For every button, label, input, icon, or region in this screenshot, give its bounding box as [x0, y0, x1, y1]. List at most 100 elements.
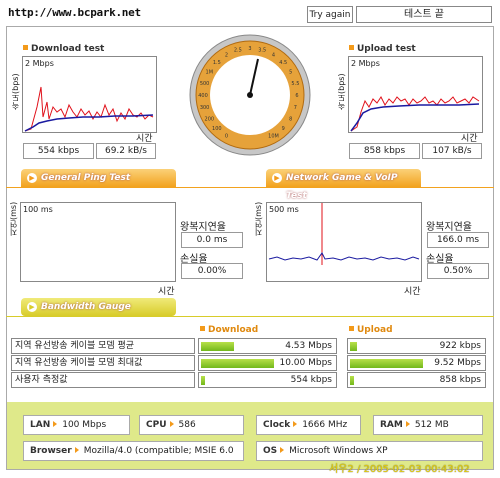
ping-xaxis-label: 시간: [158, 287, 175, 297]
gauge-tick-label: 200: [205, 117, 215, 123]
speed-gauge: 0100 200 300 400 500 1M 1.5 2 2.5 3 3.5 4 4.55 5.5 6 78…: [189, 34, 311, 156]
gauge-tick-label: 300: [200, 105, 210, 111]
bandwidth-down-bar: [201, 376, 205, 385]
tab-bandwidth-gauge[interactable]: ▶ Bandwidth Gauge: [21, 298, 176, 316]
download-kbps: 554 kbps: [23, 143, 94, 159]
bullet-icon: [200, 326, 205, 331]
upload-title: Upload test: [349, 44, 416, 54]
ping-rtt-value: 0.0 ms: [181, 232, 243, 248]
game-loss-value: 0.50%: [427, 263, 489, 279]
download-graph: 2 Mbps: [22, 56, 157, 133]
bandwidth-row-label: 지역 유선방송 케이블 모뎀 최대값: [11, 355, 195, 371]
download-title: Download test: [23, 44, 104, 54]
bandwidth-down-cell: 4.53 Mbps: [198, 338, 337, 354]
arrow-icon: [405, 421, 410, 427]
bandwidth-up-value: 858 kbps: [439, 375, 481, 385]
gauge-tick-label: 2: [225, 52, 228, 58]
bandwidth-down-value: 4.53 Mbps: [285, 341, 332, 351]
gauge-tick-label: 5.5: [291, 81, 299, 87]
tab-general-ping[interactable]: ▶ General Ping Test: [21, 169, 176, 187]
url-text: http://www.bcpark.net: [8, 6, 141, 19]
ping-yaxis-label: 지연(ms): [9, 201, 18, 236]
bandwidth-divider: [6, 316, 494, 317]
game-graph: 500 ms: [266, 202, 422, 282]
download-title-text: Download test: [31, 44, 105, 54]
ping-rtt-label: 왕복지연율: [180, 222, 226, 233]
upload-series-red: [350, 96, 480, 132]
bandwidth-down-bar: [201, 342, 234, 351]
ping-graph: 100 ms: [20, 202, 176, 282]
arrow-icon: ▶: [27, 173, 37, 183]
upload-series-blue: [350, 103, 480, 132]
arrow-icon: [280, 447, 285, 453]
bandwidth-down-bar: [201, 359, 274, 368]
gauge-tick-label: 100: [212, 126, 222, 132]
game-rtt-value: 166.0 ms: [427, 232, 489, 248]
bandwidth-down-value: 10.00 Mbps: [279, 358, 332, 368]
bandwidth-down-value: 554 kbps: [290, 375, 332, 385]
os-info: OS Microsoft Windows XP: [256, 441, 483, 461]
game-xaxis-label: 시간: [404, 287, 421, 297]
bandwidth-up-bar: [350, 359, 423, 368]
upload-graph: 2 Mbps: [348, 56, 483, 133]
game-yaxis-label: 지연(ms): [254, 201, 263, 236]
gauge-tick-label: 4.5: [279, 60, 287, 66]
ram-label: RAM: [380, 420, 403, 430]
gauge-tick-label: 6: [295, 93, 298, 99]
bandwidth-down-cell: 554 kbps: [198, 372, 337, 388]
bandwidth-down-cell: 10.00 Mbps: [198, 355, 337, 371]
tab-network-game[interactable]: ▶ Network Game & VoIP Test: [266, 169, 421, 201]
bandwidth-up-bar: [350, 342, 357, 351]
try-again-button[interactable]: Try again: [307, 6, 353, 23]
tab-bandwidth-gauge-label: Bandwidth Gauge: [41, 302, 131, 312]
game-plot: [268, 203, 420, 265]
bullet-icon: [349, 326, 354, 331]
gauge-tick-label: 9: [282, 126, 285, 132]
download-series-red: [24, 86, 154, 132]
os-value: Microsoft Windows XP: [289, 446, 388, 456]
gauge-tick-label: 400: [198, 93, 208, 99]
gauge-tick-label: 3: [248, 46, 251, 52]
bandwidth-row-label: 사용자 측정값: [11, 372, 195, 388]
clock-label: Clock: [263, 420, 291, 430]
gauge-tick-label: 1.5: [213, 60, 221, 66]
bandwidth-up-cell: 9.52 Mbps: [347, 355, 486, 371]
clock-info: Clock 1666 MHz: [256, 415, 361, 435]
bandwidth-up-cell: 922 kbps: [347, 338, 486, 354]
gauge-tick-label: 10M: [268, 134, 279, 140]
download-kBs: 69.2 kB/s: [96, 143, 156, 159]
gauge-tick-label: 1M: [206, 70, 214, 76]
bandwidth-up-value: 922 kbps: [439, 341, 481, 351]
upload-plot: [350, 96, 480, 132]
tab-general-ping-label: General Ping Test: [41, 173, 131, 183]
arrow-icon: [74, 447, 79, 453]
lan-info: LAN 100 Mbps: [23, 415, 130, 435]
gauge-tick-label: 4: [272, 52, 275, 58]
gauge-tick-label: 2.5: [234, 48, 242, 54]
arrow-icon: [293, 421, 298, 427]
gauge-tick-label: 8: [289, 117, 292, 123]
bandwidth-up-value: 9.52 Mbps: [434, 358, 481, 368]
gauge-tick-label: 5: [289, 70, 292, 76]
game-rtt-label: 왕복지연율: [426, 222, 472, 233]
arrow-icon: [169, 421, 174, 427]
watermark: 서우2 / 2005-02-03 00:43:02: [329, 464, 470, 475]
browser-info: Browser Mozilla/4.0 (compatible; MSIE 6.0: [23, 441, 244, 461]
browser-value: Mozilla/4.0 (compatible; MSIE 6.0: [83, 446, 234, 456]
upload-kBs: 107 kB/s: [422, 143, 482, 159]
upload-title-text: Upload test: [357, 44, 416, 54]
bullet-icon: [349, 45, 354, 50]
gauge-tick-label: 500: [200, 81, 210, 87]
tab-divider: [6, 187, 494, 188]
gauge-tick-label: 3.5: [258, 48, 266, 54]
cpu-info: CPU 586: [139, 415, 244, 435]
bullet-icon: [23, 45, 28, 50]
status-field: 테스트 끝: [356, 6, 492, 23]
download-yaxis-label: 속도(bps): [11, 73, 20, 110]
ping-loss-value: 0.00%: [181, 263, 243, 279]
gauge-tick-label: 0: [225, 134, 228, 140]
ram-info: RAM 512 MB: [373, 415, 483, 435]
upload-kbps: 858 kbps: [349, 143, 420, 159]
lan-label: LAN: [30, 420, 51, 430]
bandwidth-up-bar: [350, 376, 354, 385]
